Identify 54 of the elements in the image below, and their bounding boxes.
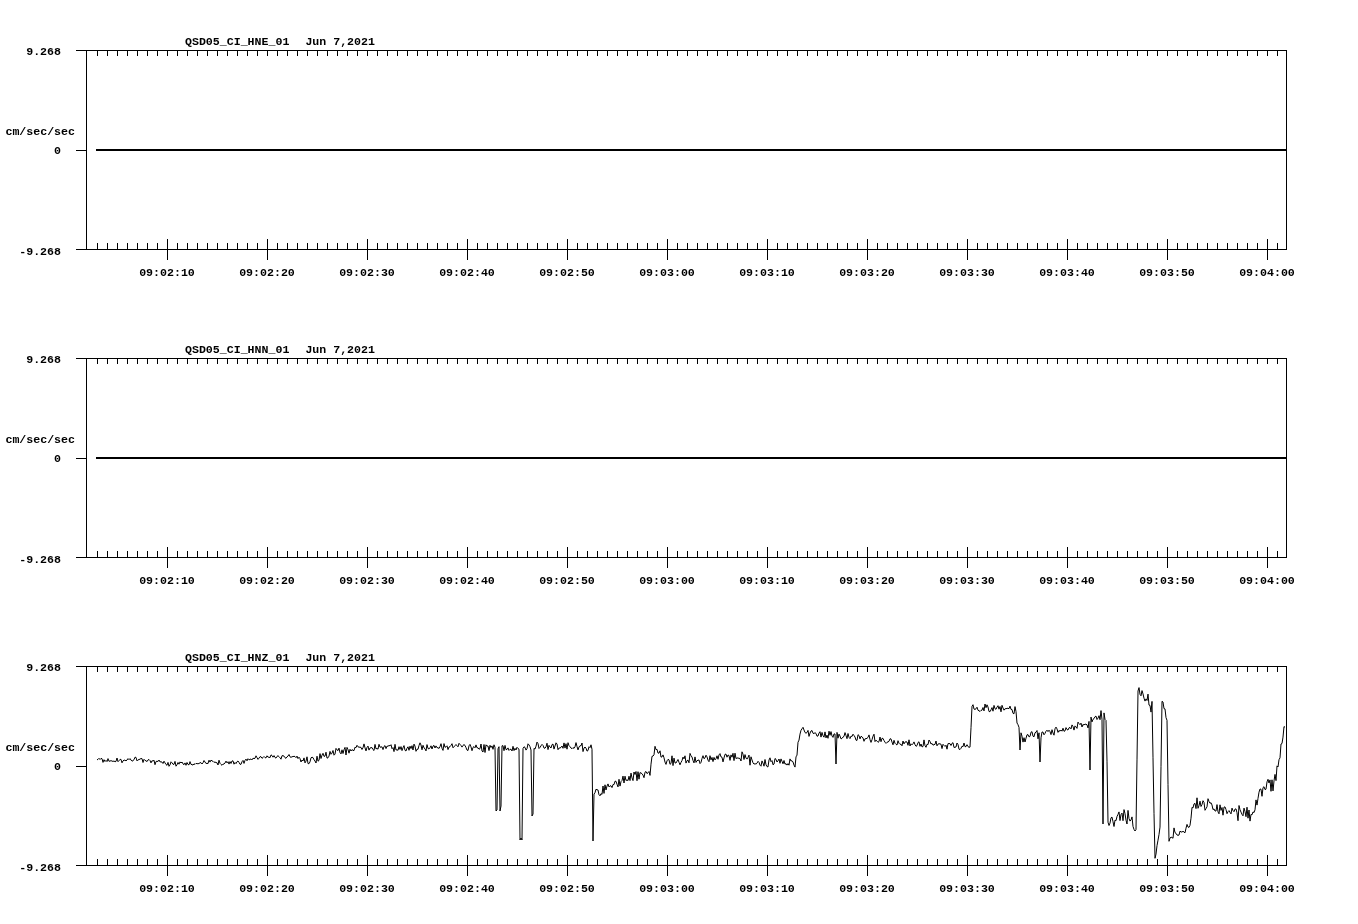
time-label: 09:03:10 [739,574,795,587]
time-label: 09:02:10 [139,882,195,895]
y-min-label: -9.268 [19,553,62,566]
time-label: 09:02:20 [239,266,295,279]
time-label: 09:03:00 [639,882,695,895]
trace-date: Jun 7,2021 [305,651,375,664]
y-zero-label: 0 [54,144,62,157]
trace-date: Jun 7,2021 [305,343,375,356]
time-label: 09:03:10 [739,882,795,895]
time-label: 09:02:50 [539,266,595,279]
y-unit-label: cm/sec/sec [5,741,76,754]
y-unit-label: cm/sec/sec [5,125,76,138]
time-label: 09:02:20 [239,574,295,587]
time-label: 09:03:50 [1139,882,1195,895]
time-label: 09:03:30 [939,882,995,895]
time-label: 09:02:30 [339,574,395,587]
y-max-label: 9.268 [26,353,62,366]
time-label: 09:03:00 [639,266,695,279]
time-label: 09:03:10 [739,266,795,279]
time-label: 09:03:40 [1039,882,1095,895]
y-min-label: -9.268 [19,245,62,258]
time-label: 09:02:30 [339,882,395,895]
time-label: 09:02:50 [539,574,595,587]
y-max-label: 9.268 [26,661,62,674]
time-label: 09:02:50 [539,882,595,895]
time-label: 09:04:00 [1239,882,1295,895]
time-label: 09:02:40 [439,266,495,279]
trace-title: QSD05_CI_HNZ_01 [185,651,290,664]
time-label: 09:04:00 [1239,266,1295,279]
time-label: 09:03:20 [839,882,895,895]
time-label: 09:02:40 [439,574,495,587]
time-label: 09:03:50 [1139,574,1195,587]
time-label: 09:02:10 [139,574,195,587]
time-label: 09:03:50 [1139,266,1195,279]
time-label: 09:03:30 [939,574,995,587]
y-max-label: 9.268 [26,45,62,58]
y-zero-label: 0 [54,760,62,773]
time-label: 09:03:20 [839,266,895,279]
time-label: 09:02:20 [239,882,295,895]
time-label: 09:03:30 [939,266,995,279]
time-label: 09:02:10 [139,266,195,279]
time-label: 09:02:30 [339,266,395,279]
trace-date: Jun 7,2021 [305,35,375,48]
y-unit-label: cm/sec/sec [5,433,76,446]
time-label: 09:02:40 [439,882,495,895]
time-label: 09:03:20 [839,574,895,587]
time-label: 09:03:40 [1039,266,1095,279]
time-label: 09:03:00 [639,574,695,587]
y-min-label: -9.268 [19,861,62,874]
time-label: 09:03:40 [1039,574,1095,587]
time-label: 09:04:00 [1239,574,1295,587]
trace-title: QSD05_CI_HNN_01 [185,343,290,356]
trace-title: QSD05_CI_HNE_01 [185,35,290,48]
y-zero-label: 0 [54,452,62,465]
